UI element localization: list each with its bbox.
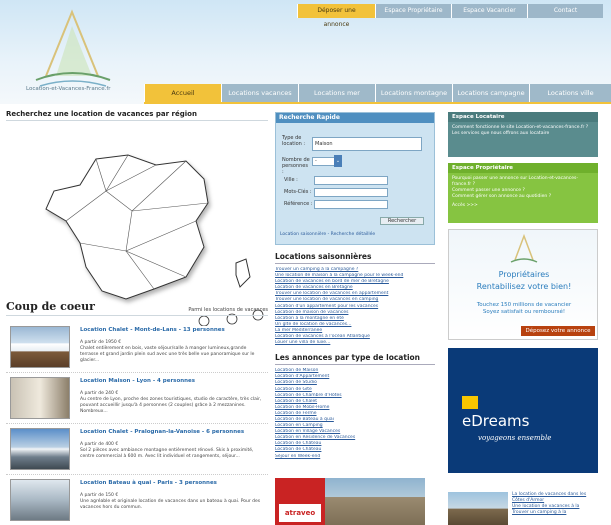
listing-desc: Une agréable et originale location de va…: [80, 499, 261, 510]
listing-title[interactable]: Location Chalet - Pralognan-la-Vanoise -…: [80, 429, 244, 435]
right-bottom-promo: La location de vacances dans les Côtes d…: [448, 492, 598, 525]
edreams-tagline: voyageons ensemble: [478, 434, 552, 442]
motscles-input[interactable]: [314, 188, 388, 197]
espace-proprietaire-box: Espace Propriétaire Pourquoi passer une …: [448, 163, 598, 223]
type-link[interactable]: Séjour en Week-end: [275, 454, 435, 460]
site-header: Location-et-Vacances-France.fr Déposer u…: [0, 0, 611, 104]
espace-proprietaire-title: Espace Propriétaire: [448, 163, 598, 173]
ville-input[interactable]: [314, 176, 388, 185]
reference-input[interactable]: [314, 200, 388, 209]
promo-link[interactable]: La location de vacances dans les Côtes d…: [512, 492, 598, 504]
topnav-contact[interactable]: Contact: [527, 4, 603, 18]
coup-de-coeur-link[interactable]: Parmi les locations de vacances: [188, 307, 268, 313]
top-nav: Déposer une annonce Espace Propriétaire …: [297, 4, 603, 28]
atraveo-banner[interactable]: atraveo: [275, 478, 325, 525]
listing-price: A partir de 150 €: [80, 493, 119, 498]
tab-locations-campagne[interactable]: Locations campagne: [452, 84, 529, 102]
right-bottom-links: La location de vacances dans les Côtes d…: [508, 492, 598, 525]
topnav-proprietaire[interactable]: Espace Propriétaire: [375, 4, 451, 18]
tab-locations-mer[interactable]: Locations mer: [298, 84, 375, 102]
list-item[interactable]: Location Maison - Lyon - 4 personnes A p…: [6, 373, 268, 424]
ad-line-3: Touchez 150 millions de vacancier: [476, 302, 572, 308]
main-nav: Accueil Locations vacances Locations mer…: [144, 84, 611, 102]
tab-accueil[interactable]: Accueil: [144, 84, 221, 102]
listing-desc: Sol 2 pièces avec ambiance montagne enti…: [80, 448, 254, 459]
proprietaires-ad[interactable]: Propriétaires Rentabilisez votre bien! T…: [448, 229, 598, 340]
espace-locataire-body: Comment fonctionne le site Location-et-v…: [448, 122, 598, 140]
list-item[interactable]: Location Chalet - Pralognan-la-Vanoise -…: [6, 424, 268, 475]
saison-title: Locations saisonnières: [275, 252, 435, 264]
type-links: Location de Maison Location d'Appartemen…: [275, 368, 435, 459]
listing-price: A partir de 240 €: [80, 391, 119, 396]
motscles-label: Mots-Clés :: [284, 189, 312, 195]
proprietaire-access[interactable]: Accès >>>: [452, 203, 594, 209]
promo-link[interactable]: Trouver un camping à la: [512, 510, 598, 516]
listing-price: A partir de 400 €: [80, 442, 119, 447]
tab-locations-montagne[interactable]: Locations montagne: [375, 84, 452, 102]
ville-label: Ville :: [284, 177, 298, 183]
coup-de-coeur-header: Coup de coeur Parmi les locations de vac…: [6, 300, 268, 316]
saison-links: Trouver un camping à la campagne ? Une l…: [275, 267, 435, 346]
edreams-bed-icon: [462, 396, 478, 409]
listing-price: A partir de 1950 €: [80, 340, 122, 345]
list-item[interactable]: Location Bateau à quai - Paris - 3 perso…: [6, 475, 268, 525]
right-column: Espace Locataire Comment fonctionne le s…: [448, 112, 598, 473]
listing-photo[interactable]: [10, 377, 70, 419]
type-label: Type de location :: [282, 135, 306, 147]
locataire-link[interactable]: Les services que nous offrons aux locata…: [452, 131, 594, 137]
type-select[interactable]: Maison: [312, 137, 422, 151]
tab-locations-vacances[interactable]: Locations vacances: [221, 84, 298, 102]
search-button[interactable]: Rechercher: [380, 217, 424, 225]
site-logo[interactable]: [26, 6, 118, 96]
nav-accent-bar: [144, 102, 611, 104]
listing-photo[interactable]: [10, 479, 70, 521]
espace-locataire-box: Espace Locataire Comment fonctionne le s…: [448, 112, 598, 157]
cotes-armor-photo[interactable]: [448, 492, 508, 525]
atraveo-logo[interactable]: atraveo: [279, 504, 321, 522]
coup-de-coeur-title: Coup de coeur: [6, 300, 95, 313]
logo-text: Location-et-Vacances-France.fr: [26, 86, 111, 92]
listing-title[interactable]: Location Chalet - Mont-de-Lans - 13 pers…: [80, 327, 225, 333]
ad-line-1: Propriétaires: [498, 270, 550, 279]
espace-locataire-title: Espace Locataire: [448, 112, 598, 122]
listing-desc: Chalet entièrement en bois, vaste séjour…: [80, 346, 255, 363]
middle-column: Recherche Rapide Type de location : Mais…: [275, 112, 435, 460]
listing-title[interactable]: Location Bateau à quai - Paris - 3 perso…: [80, 480, 217, 486]
house-photo[interactable]: [325, 478, 425, 525]
quick-search-panel: Recherche Rapide Type de location : Mais…: [275, 112, 435, 245]
listing-title[interactable]: Location Maison - Lyon - 4 personnes: [80, 378, 195, 384]
edreams-logo: eDreams: [462, 412, 530, 430]
region-title: Recherchez une location de vacances par …: [6, 110, 268, 121]
region-map-box: [6, 121, 268, 326]
chevron-down-icon[interactable]: ⌄: [334, 155, 342, 167]
proprietaire-link[interactable]: Pourquoi passer une annonce sur Location…: [452, 176, 594, 188]
listings: Location Chalet - Mont-de-Lans - 13 pers…: [6, 322, 268, 525]
proprietaire-link[interactable]: Comment gérer son annonce au quotidien ?: [452, 194, 594, 200]
listing-photo[interactable]: [10, 428, 70, 470]
quick-search-title: Recherche Rapide: [276, 113, 434, 123]
ad-line-4: Soyez satisfait ou remboursé!: [482, 309, 566, 315]
listing-desc: Au centre de Lyon, proche des zones tour…: [80, 397, 262, 414]
listing-photo[interactable]: [10, 326, 70, 368]
ad-line-2: Rentabilisez votre bien!: [476, 282, 572, 291]
logo-icon: [510, 233, 538, 263]
list-item[interactable]: Location Chalet - Mont-de-Lans - 13 pers…: [6, 322, 268, 373]
type-title: Les annonces par type de location: [275, 353, 435, 366]
atraveo-ad[interactable]: atraveo: [275, 478, 425, 525]
search-links[interactable]: Location saisonnière - Recherche détaill…: [280, 232, 375, 237]
tab-locations-ville[interactable]: Locations ville: [529, 84, 611, 102]
deposer-annonce-button[interactable]: Déposez votre annonce: [521, 326, 595, 336]
edreams-ad[interactable]: eDreams voyageons ensemble: [448, 348, 598, 473]
topnav-vacancier[interactable]: Espace Vacancier: [451, 4, 527, 18]
left-column: Recherchez une location de vacances par …: [6, 110, 268, 521]
persons-label: Nombre de personnes :: [282, 157, 310, 175]
reference-label: Référence :: [284, 201, 313, 207]
saison-link[interactable]: Louer une villa de luxe...: [275, 340, 435, 346]
topnav-deposer[interactable]: Déposer une annonce: [297, 4, 375, 28]
espace-proprietaire-body: Pourquoi passer une annonce sur Location…: [448, 173, 598, 212]
